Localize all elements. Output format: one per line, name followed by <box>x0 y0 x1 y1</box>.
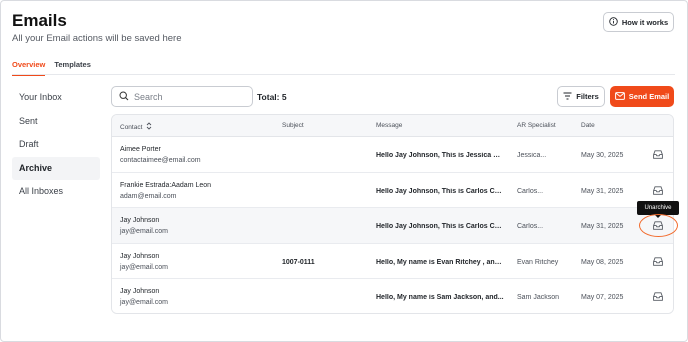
tabs-divider <box>12 74 675 75</box>
send-email-label: Send Email <box>628 92 670 101</box>
date-cell: May 30, 2025 <box>581 152 624 159</box>
mail-icon <box>614 91 625 102</box>
sidebar: Your Inbox Sent Draft Archive All Inboxe… <box>12 86 100 204</box>
column-subject: Subject <box>282 122 304 129</box>
sidebar-item-archive[interactable]: Archive <box>12 156 100 180</box>
contact-email: contactaimee@email.com <box>120 157 201 164</box>
filters-button[interactable]: Filters <box>557 86 605 107</box>
sidebar-item-all-inboxes[interactable]: All Inboxes <box>12 180 100 203</box>
table-row[interactable]: Jay Johnson jay@email.com Hello Jay John… <box>112 208 673 244</box>
column-ar-specialist: AR Specialist <box>517 122 556 129</box>
contact-email: jay@email.com <box>120 263 168 271</box>
search-box[interactable] <box>111 86 253 107</box>
subject-cell: 1007-0111 <box>282 258 315 266</box>
page-title: Emails <box>12 11 67 30</box>
contact-email: jay@email.com <box>120 299 168 306</box>
total-count: Total: 5 <box>257 92 287 102</box>
ar-specialist-cell: Sam Jackson <box>517 294 560 301</box>
table-row[interactable]: Frankie Estrada:Aadam Leon adam@email.co… <box>112 172 673 208</box>
column-contact-label: Contact <box>120 123 143 131</box>
page-subtitle: All your Email actions will be saved her… <box>12 33 182 44</box>
date-cell: May 31, 2025 <box>581 223 624 230</box>
message-cell: Hello Jay Johnson, This is Jessica W... <box>376 152 504 159</box>
date-cell: May 07, 2025 <box>581 294 624 301</box>
sidebar-item-sent[interactable]: Sent <box>12 110 100 133</box>
table-header: Contact Subject Message AR Specialist Da… <box>112 115 673 137</box>
ar-specialist-cell: Evan Ritchey <box>517 258 559 266</box>
table-row[interactable]: Aimee Porter contactaimee@email.com Hell… <box>112 137 673 173</box>
date-cell: May 08, 2025 <box>581 258 624 266</box>
unarchive-tooltip: Unarchive <box>637 201 679 218</box>
sort-icon[interactable] <box>146 122 152 132</box>
info-icon <box>609 16 618 28</box>
filters-label: Filters <box>576 92 599 101</box>
date-cell: May 31, 2025 <box>581 187 624 195</box>
contact-email: jay@email.com <box>120 228 168 235</box>
contact-name: Jay Johnson <box>120 252 160 260</box>
message-cell: Hello, My name is Evan Ritchey , and... <box>376 258 504 266</box>
search-input[interactable] <box>134 91 244 102</box>
inbox-icon[interactable] <box>653 256 663 268</box>
ar-specialist-cell: Carlos... <box>517 187 544 195</box>
sidebar-item-your-inbox[interactable]: Your Inbox <box>12 86 100 109</box>
message-cell: Hello Jay Johnson, This is Carlos Co... <box>376 223 504 230</box>
table-row[interactable]: Jay Johnson jay@email.com 1007-0111 Hell… <box>112 243 673 279</box>
how-it-works-label: How it works <box>621 17 669 27</box>
inbox-icon[interactable] <box>653 185 663 197</box>
contact-email: adam@email.com <box>120 192 177 200</box>
ar-specialist-cell: Carlos... <box>517 223 544 230</box>
search-icon <box>119 88 129 106</box>
column-contact[interactable]: Contact <box>120 122 152 132</box>
contact-name: Aimee Porter <box>120 146 161 153</box>
sidebar-item-draft[interactable]: Draft <box>12 133 100 156</box>
how-it-works-button[interactable]: How it works <box>603 12 674 32</box>
send-email-button[interactable]: Send Email <box>610 86 674 107</box>
contact-name: Jay Johnson <box>120 217 160 224</box>
ar-specialist-cell: Jessica... <box>517 152 547 159</box>
email-table: Contact Subject Message AR Specialist Da… <box>111 114 674 314</box>
column-message: Message <box>376 122 403 129</box>
inbox-icon[interactable] <box>653 150 663 161</box>
message-cell: Hello, My name is Sam Jackson, and... <box>376 294 504 301</box>
column-date: Date <box>581 122 595 129</box>
message-cell: Hello Jay Johnson, This is Carlos Co... <box>376 187 504 195</box>
contact-name: Frankie Estrada:Aadam Leon <box>120 181 212 189</box>
highlight-circle <box>639 214 678 237</box>
contact-name: Jay Johnson <box>120 288 160 295</box>
table-row[interactable]: Jay Johnson jay@email.com Hello, My name… <box>112 279 673 313</box>
filter-icon <box>563 92 572 102</box>
inbox-icon[interactable] <box>653 292 663 303</box>
